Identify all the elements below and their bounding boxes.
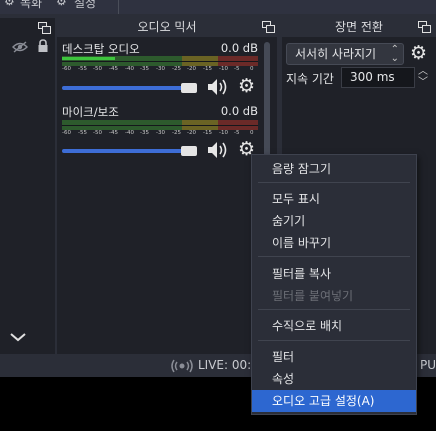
gear-icon[interactable]: ⚙	[238, 77, 255, 96]
scale-tick-label: -55	[78, 130, 87, 136]
scale-tick-label: -5	[234, 130, 240, 136]
scale-tick-label: -10	[219, 66, 228, 72]
context-menu: 음량 잠그기 모두 표시 숨기기 이름 바꾸기 필터를 복사 필터를 붙여넣기 …	[251, 154, 417, 415]
scale-tick-label: -25	[172, 130, 181, 136]
meter-scale: -60 -55 -50 -45 -40 -35 -30 -25 -20 -15 -10 -5 0	[62, 130, 258, 138]
float-dock-icon[interactable]	[418, 21, 431, 33]
volume-meter	[62, 120, 258, 130]
channel-db: 0.0 dB	[220, 104, 258, 118]
scale-tick-label: -45	[109, 130, 118, 136]
menu-item-lock-volume[interactable]: 음량 잠그기	[252, 158, 416, 180]
scale-tick-label: -40	[125, 130, 134, 136]
menu-item-vertical-layout[interactable]: 수직으로 배치	[252, 315, 416, 337]
scale-tick-label: -35	[140, 130, 149, 136]
scale-tick-label: -45	[109, 66, 118, 72]
meter-level	[62, 57, 115, 60]
gear-icon[interactable]: ⚙	[4, 0, 15, 8]
scale-tick-label: -60	[62, 130, 71, 136]
menu-item-filters[interactable]: 필터	[252, 346, 416, 368]
scale-tick-label: 0	[250, 66, 254, 72]
gear-icon[interactable]: ⚙	[56, 0, 67, 8]
divider	[118, 0, 119, 14]
volume-slider[interactable]	[62, 86, 184, 90]
menu-item-paste-filters: 필터를 붙여넣기	[272, 289, 354, 303]
scale-tick-label: -25	[172, 66, 181, 72]
scale-tick-label: -15	[203, 130, 212, 136]
scale-tick-label: -30	[156, 66, 165, 72]
scale-tick-label: -5	[234, 66, 240, 72]
sources-footer	[0, 320, 55, 354]
menu-item-rename[interactable]: 이름 바꾸기	[252, 232, 416, 254]
lock-icon[interactable]	[37, 39, 49, 53]
scene-transitions-title: 장면 전환	[282, 18, 436, 37]
channel-name: 데스크탑 오디오	[62, 42, 140, 56]
volume-slider[interactable]	[62, 149, 184, 153]
sources-dock	[0, 18, 55, 354]
menu-item-advanced-audio[interactable]: 오디오 고급 설정(A)	[252, 390, 416, 412]
menu-separator	[258, 340, 410, 341]
top-toolbar-strip: ⚙ 녹화 ⚙ 설정	[0, 0, 436, 14]
cpu-label: PU	[420, 358, 436, 372]
live-timer: LIVE: 00:0	[198, 358, 259, 372]
volume-slider-handle[interactable]	[181, 83, 197, 93]
menu-item-hide[interactable]: 숨기기	[252, 210, 416, 232]
select-arrows-icon: ⌃ ⌄	[390, 44, 399, 64]
scale-tick-label: 0	[250, 130, 254, 136]
speaker-icon[interactable]	[206, 140, 228, 160]
transition-select[interactable]: 서서히 사라지기 ⌃ ⌄	[286, 43, 404, 65]
scale-tick-label: -40	[125, 66, 134, 72]
channel-name: 마이크/보조	[62, 105, 119, 119]
top-strip-text-1[interactable]: 녹화	[20, 0, 42, 11]
duration-input[interactable]: 300 ms	[341, 67, 415, 88]
channel-db: 0.0 dB	[220, 41, 258, 55]
scale-tick-label: -20	[187, 66, 196, 72]
chevron-up-icon[interactable]: ︿	[416, 66, 430, 77]
scale-tick-label: -30	[156, 130, 165, 136]
volume-meter	[62, 56, 258, 66]
scale-tick-label: -20	[187, 130, 196, 136]
duration-stepper[interactable]: ︿ ﹀	[416, 66, 430, 90]
gear-icon[interactable]: ⚙	[410, 44, 427, 63]
menu-item-copy-filters[interactable]: 필터를 복사	[252, 263, 416, 285]
menu-separator	[258, 309, 410, 310]
float-dock-icon[interactable]	[262, 21, 275, 33]
menu-separator	[258, 182, 410, 183]
transition-select-value: 서서히 사라지기	[295, 47, 377, 61]
volume-slider-handle[interactable]	[181, 146, 197, 156]
menu-item-properties[interactable]: 속성	[252, 368, 416, 390]
eye-icon[interactable]	[12, 41, 28, 53]
scale-tick-label: -10	[219, 130, 228, 136]
scale-tick-label: -50	[93, 66, 102, 72]
scale-tick-label: -35	[140, 66, 149, 72]
float-dock-icon[interactable]	[38, 22, 51, 34]
top-strip-text-2[interactable]: 설정	[74, 0, 96, 11]
menu-separator	[258, 256, 410, 257]
scale-tick-label: -15	[203, 66, 212, 72]
source-row[interactable]	[0, 38, 55, 56]
meter-scale: -60 -55 -50 -45 -40 -35 -30 -25 -20 -15 -10 -5 0	[62, 66, 258, 74]
menu-item-show-all[interactable]: 모두 표시	[252, 188, 416, 210]
chevron-down-icon[interactable]: ﹀	[416, 77, 430, 88]
broadcast-icon	[171, 359, 193, 373]
scale-tick-label: -50	[93, 130, 102, 136]
scale-tick-label: -60	[62, 66, 71, 72]
duration-label: 지속 기간	[286, 72, 334, 86]
audio-mixer-title: 오디오 믹서	[57, 18, 277, 37]
scale-tick-label: -55	[78, 66, 87, 72]
speaker-icon[interactable]	[206, 77, 228, 97]
chevron-down-icon[interactable]	[10, 332, 26, 342]
